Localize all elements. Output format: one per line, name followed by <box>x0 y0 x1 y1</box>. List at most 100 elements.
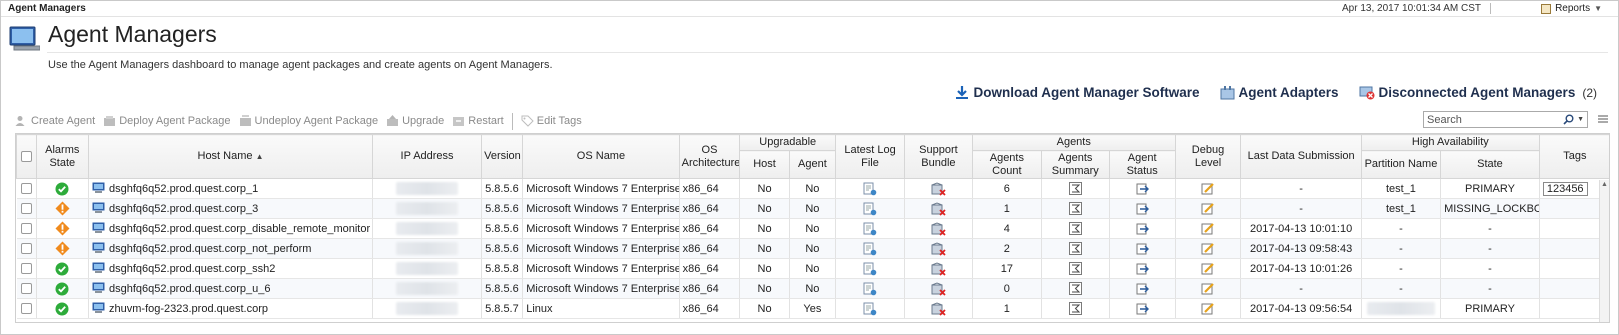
log-file-icon[interactable] <box>863 202 877 215</box>
log-file-icon[interactable] <box>863 182 877 195</box>
host-name-cell[interactable]: dsghfq6q52.prod.quest.corp_not_perform <box>88 238 374 259</box>
col-tags[interactable]: Tags <box>1538 134 1609 179</box>
host-name[interactable]: dsghfq6q52.prod.quest.corp_ssh2 <box>109 263 275 275</box>
col-alarms-state[interactable]: Alarms State <box>35 134 90 179</box>
col-support-bundle[interactable]: Support Bundle <box>903 134 973 179</box>
reports-menu[interactable]: Reports ▼ <box>1541 3 1602 14</box>
host-name-cell[interactable]: zhuvm-fog-2323.prod.quest.corp <box>88 298 374 319</box>
host-name[interactable]: dsghfq6q52.prod.quest.corp_1 <box>109 183 258 195</box>
row-checkbox[interactable] <box>20 203 32 215</box>
restart-button[interactable]: Restart <box>452 115 504 127</box>
log-file-icon[interactable] <box>863 262 877 275</box>
support-bundle-icon[interactable] <box>931 301 946 316</box>
edit-debug-level-icon[interactable] <box>1201 282 1215 295</box>
edit-debug-level-icon[interactable] <box>1201 302 1215 315</box>
summary-icon[interactable] <box>1068 302 1082 315</box>
support-bundle-icon[interactable] <box>931 181 946 196</box>
deploy-package-button[interactable]: Deploy Agent Package <box>103 115 231 127</box>
undeploy-package-button[interactable]: Undeploy Agent Package <box>239 115 378 127</box>
host-name[interactable]: dsghfq6q52.prod.quest.corp_u_6 <box>109 283 270 295</box>
table-row[interactable]: dsghfq6q52.prod.quest.corp_disable_remot… <box>16 218 1609 239</box>
search-options-chevron-icon[interactable]: ▼ <box>1577 116 1584 123</box>
agent-status-icon[interactable] <box>1136 202 1149 215</box>
col-debug-level[interactable]: Debug Level <box>1174 134 1242 179</box>
warning-status-icon[interactable] <box>55 201 70 216</box>
search-icon[interactable] <box>1563 114 1574 125</box>
edit-debug-level-icon[interactable] <box>1201 262 1215 275</box>
edit-debug-level-icon[interactable] <box>1201 182 1215 195</box>
col-host-name[interactable]: Host Name ▲ <box>88 134 374 179</box>
scroll-up-icon[interactable]: ▲ <box>1600 180 1609 190</box>
summary-icon[interactable] <box>1068 182 1082 195</box>
agent-adapters-link[interactable]: Agent Adapters <box>1220 85 1339 100</box>
row-checkbox[interactable] <box>20 263 32 275</box>
col-last-data-submission[interactable]: Last Data Submission <box>1240 134 1362 179</box>
breadcrumb[interactable]: Agent Managers <box>8 3 86 14</box>
ok-status-icon[interactable] <box>55 282 69 295</box>
col-agent-status[interactable]: Agent Status <box>1108 150 1176 179</box>
vertical-scrollbar[interactable]: ▲ <box>1599 180 1609 322</box>
host-name-cell[interactable]: dsghfq6q52.prod.quest.corp_1 <box>88 178 374 199</box>
column-settings-icon[interactable] <box>1598 114 1608 124</box>
ok-status-icon[interactable] <box>55 262 69 275</box>
edit-tags-button[interactable]: Edit Tags <box>521 115 582 127</box>
col-agents-count[interactable]: Agents Count <box>971 150 1042 179</box>
warning-status-icon[interactable] <box>55 221 70 236</box>
agent-status-icon[interactable] <box>1136 242 1149 255</box>
agent-status-icon[interactable] <box>1136 262 1149 275</box>
col-os-architecture[interactable]: OS Architecture <box>678 134 741 179</box>
summary-icon[interactable] <box>1068 242 1082 255</box>
summary-icon[interactable] <box>1068 222 1082 235</box>
host-name[interactable]: dsghfq6q52.prod.quest.corp_3 <box>109 203 258 215</box>
upgrade-button[interactable]: Upgrade <box>386 115 444 127</box>
download-software-link[interactable]: Download Agent Manager Software <box>955 85 1200 100</box>
edit-debug-level-icon[interactable] <box>1201 202 1215 215</box>
host-name[interactable]: zhuvm-fog-2323.prod.quest.corp <box>109 303 268 315</box>
agent-status-icon[interactable] <box>1136 182 1149 195</box>
row-checkbox[interactable] <box>20 183 32 195</box>
agent-status-icon[interactable] <box>1136 282 1149 295</box>
support-bundle-icon[interactable] <box>931 281 946 296</box>
disconnected-managers-link[interactable]: Disconnected Agent Managers (2) <box>1359 85 1597 100</box>
warning-status-icon[interactable] <box>55 241 70 256</box>
col-agents-summary[interactable]: Agents Summary <box>1040 150 1110 179</box>
agent-status-icon[interactable] <box>1136 302 1149 315</box>
support-bundle-icon[interactable] <box>931 241 946 256</box>
table-row[interactable]: dsghfq6q52.prod.quest.corp_1 5.8.5.6 Micro… <box>16 178 1609 199</box>
table-row[interactable]: dsghfq6q52.prod.quest.corp_ssh2 5.8.5.8 Mi… <box>16 258 1609 279</box>
col-os-name[interactable]: OS Name <box>522 134 680 179</box>
host-name-cell[interactable]: dsghfq6q52.prod.quest.corp_u_6 <box>88 278 374 299</box>
log-file-icon[interactable] <box>863 282 877 295</box>
host-name-cell[interactable]: dsghfq6q52.prod.quest.corp_disable_remot… <box>88 218 374 239</box>
col-version[interactable]: Version <box>481 134 524 179</box>
log-file-icon[interactable] <box>863 242 877 255</box>
host-name-cell[interactable]: dsghfq6q52.prod.quest.corp_3 <box>88 198 374 219</box>
col-ip-address[interactable]: IP Address <box>372 134 483 179</box>
host-name[interactable]: dsghfq6q52.prod.quest.corp_not_perform <box>109 243 311 255</box>
log-file-icon[interactable] <box>863 222 877 235</box>
create-agent-button[interactable]: Create Agent <box>15 115 95 127</box>
support-bundle-icon[interactable] <box>931 221 946 236</box>
table-row[interactable]: dsghfq6q52.prod.quest.corp_u_6 5.8.5.6 Mic… <box>16 278 1609 299</box>
col-upgradable-host[interactable]: Host <box>739 150 790 179</box>
select-all-checkbox[interactable] <box>20 150 32 162</box>
col-latest-log-file[interactable]: Latest Log File <box>835 134 905 179</box>
log-file-icon[interactable] <box>863 302 877 315</box>
edit-debug-level-icon[interactable] <box>1201 242 1215 255</box>
host-name[interactable]: dsghfq6q52.prod.quest.corp_disable_remot… <box>109 223 370 235</box>
ok-status-icon[interactable] <box>55 302 69 315</box>
edit-debug-level-icon[interactable] <box>1201 222 1215 235</box>
row-checkbox[interactable] <box>20 223 32 235</box>
host-name-cell[interactable]: dsghfq6q52.prod.quest.corp_ssh2 <box>88 258 374 279</box>
support-bundle-icon[interactable] <box>931 261 946 276</box>
summary-icon[interactable] <box>1068 282 1082 295</box>
summary-icon[interactable] <box>1068 262 1082 275</box>
col-upgradable-agent[interactable]: Agent <box>788 150 837 179</box>
search-input[interactable] <box>1427 113 1557 126</box>
col-partition-name[interactable]: Partition Name <box>1360 150 1442 179</box>
tag-value[interactable]: 123456 <box>1542 181 1588 196</box>
ok-status-icon[interactable] <box>55 182 69 195</box>
row-checkbox[interactable] <box>20 283 32 295</box>
support-bundle-icon[interactable] <box>931 201 946 216</box>
agent-status-icon[interactable] <box>1136 222 1149 235</box>
